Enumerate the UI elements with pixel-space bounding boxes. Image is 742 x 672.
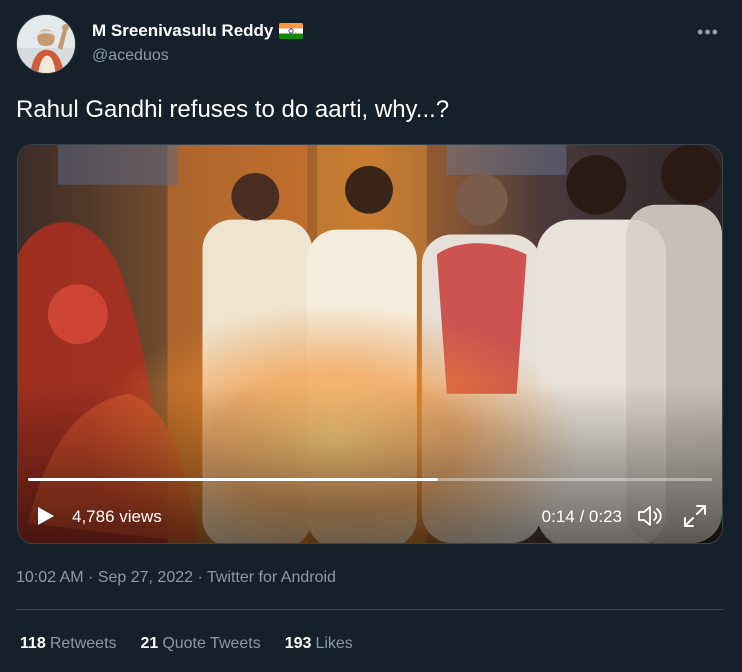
meta-separator: · xyxy=(83,569,98,586)
retweets-label: Retweets xyxy=(49,635,117,652)
retweets-stat[interactable]: 118 Retweets xyxy=(20,633,117,655)
likes-count: 193 xyxy=(284,635,312,652)
fullscreen-icon[interactable] xyxy=(682,503,708,529)
india-flag-icon xyxy=(279,23,304,39)
author-name[interactable]: M Sreenivasulu Reddy xyxy=(92,20,273,42)
likes-label: Likes xyxy=(315,635,353,652)
tweet-time[interactable]: 10:02 AM xyxy=(16,569,84,586)
volume-muted-icon[interactable] xyxy=(636,503,664,529)
retweets-count: 118 xyxy=(20,635,46,652)
tweet-stats: 118 Retweets 21 Quote Tweets 193 Likes xyxy=(20,633,353,655)
tweet-source[interactable]: Twitter for Android xyxy=(207,569,336,586)
video-controls: 4,786 views 0:14 / 0:23 xyxy=(18,495,722,535)
more-options-icon[interactable]: ••• xyxy=(696,20,720,44)
play-icon[interactable] xyxy=(34,505,56,527)
video-time: 0:14 / 0:23 xyxy=(541,507,622,526)
video-player[interactable]: 4,786 views 0:14 / 0:23 xyxy=(17,144,723,544)
video-view-count: 4,786 views xyxy=(72,507,162,526)
quote-tweets-label: Quote Tweets xyxy=(162,635,261,652)
tweet-header: M Sreenivasulu Reddy @aceduos ••• xyxy=(16,14,726,76)
quote-tweets-count: 21 xyxy=(140,635,159,652)
tweet-meta: 10:02 AM · Sep 27, 2022 · Twitter for An… xyxy=(16,567,336,589)
video-progress-fill xyxy=(28,478,439,481)
meta-separator: · xyxy=(193,569,207,586)
avatar[interactable] xyxy=(16,14,76,74)
likes-stat[interactable]: 193 Likes xyxy=(285,633,353,655)
tweet-date[interactable]: Sep 27, 2022 xyxy=(98,569,193,586)
avatar-image xyxy=(17,15,75,73)
video-frame xyxy=(18,145,722,543)
divider xyxy=(16,609,724,610)
tweet-detail: M Sreenivasulu Reddy @aceduos ••• Rahul … xyxy=(0,0,742,672)
author-name-row[interactable]: M Sreenivasulu Reddy xyxy=(92,20,304,42)
quote-tweets-stat[interactable]: 21 Quote Tweets xyxy=(141,633,261,655)
tweet-text: Rahul Gandhi refuses to do aarti, why...… xyxy=(16,96,450,123)
video-progress-bar[interactable] xyxy=(28,478,712,481)
author-handle[interactable]: @aceduos xyxy=(92,46,169,66)
